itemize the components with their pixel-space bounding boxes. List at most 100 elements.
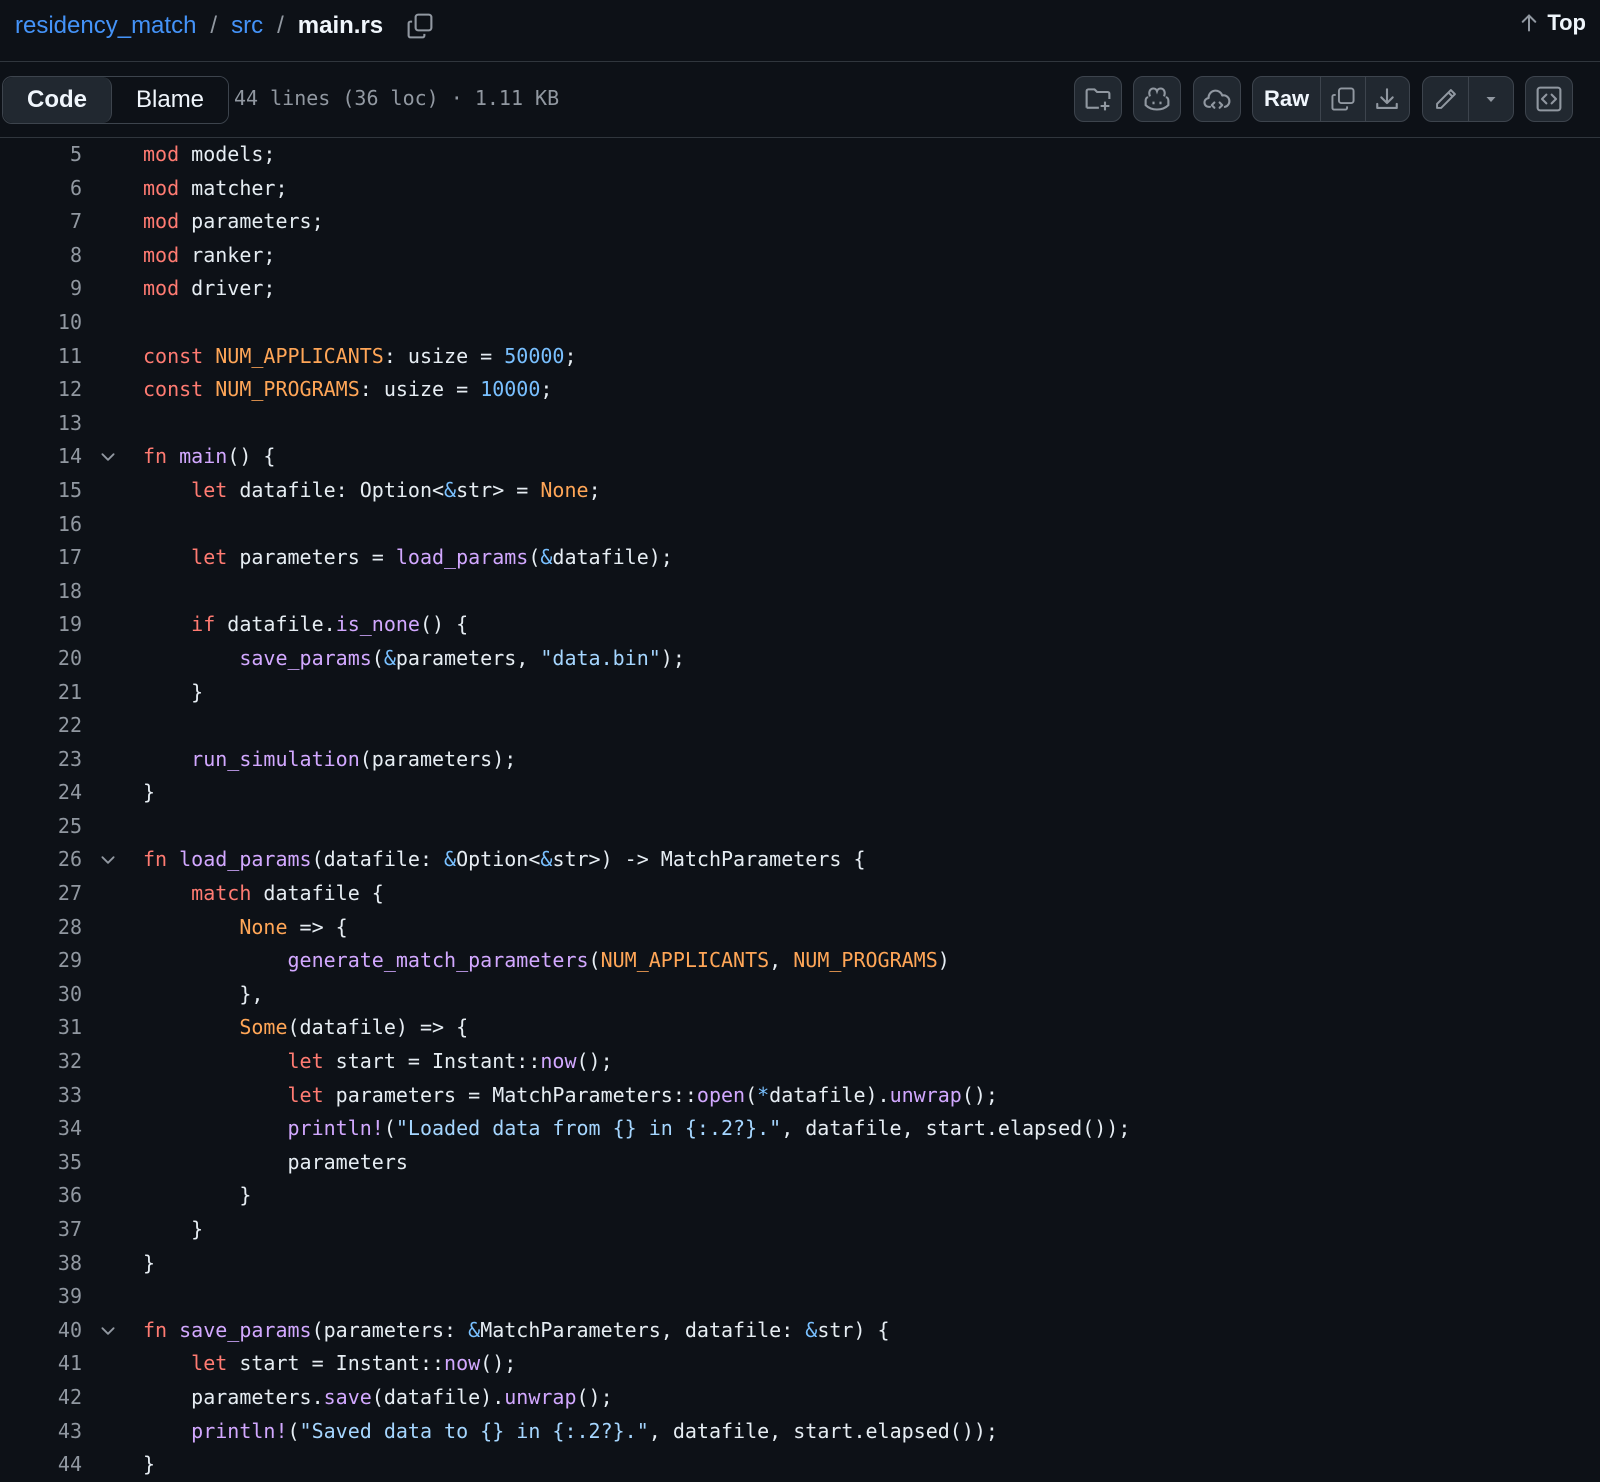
line-number[interactable]: 22 [0,709,82,743]
line-number[interactable]: 30 [0,978,82,1012]
copy-raw-button[interactable] [1320,77,1364,121]
code-token: () { [419,612,469,637]
line-number[interactable]: 13 [0,407,82,441]
code-token: datafile { [251,881,384,906]
code-token: & [383,645,396,670]
line-number[interactable]: 32 [0,1045,82,1079]
line-number[interactable]: 25 [0,810,82,844]
codespace-icon [1203,89,1231,109]
code-line-content: } [143,676,203,710]
code-token: is_none [335,612,420,637]
line-number[interactable]: 28 [0,911,82,945]
line-number[interactable]: 37 [0,1213,82,1247]
line-number[interactable]: 41 [0,1347,82,1381]
symbols-panel-icon [1536,86,1562,112]
line-number[interactable]: 9 [0,272,82,306]
download-button[interactable] [1364,77,1409,121]
code-line: 34 println!("Loaded data from {} in {:.2… [0,1112,1600,1146]
line-number[interactable]: 12 [0,373,82,407]
folder-plus-icon [1085,88,1111,111]
line-number[interactable]: 16 [0,508,82,542]
line-number[interactable]: 36 [0,1179,82,1213]
line-number[interactable]: 29 [0,944,82,978]
code-token: save_params [179,1317,312,1342]
codespaces-button[interactable] [1193,76,1241,122]
code-line: 9 mod driver; [0,272,1600,306]
line-number[interactable]: 10 [0,306,82,340]
file-header: Code Blame 44 lines (36 loc) · 1.11 KB R… [0,62,1600,138]
arrow-up-icon [1522,14,1537,32]
chevron-down-icon[interactable] [98,851,118,869]
copy-path-button[interactable] [405,11,435,41]
line-number[interactable]: 17 [0,541,82,575]
back-to-top-link[interactable]: Top [1519,10,1586,36]
line-number[interactable]: 43 [0,1415,82,1449]
line-number[interactable]: 23 [0,743,82,777]
code-line-content: } [143,1247,155,1281]
line-number[interactable]: 19 [0,608,82,642]
line-number[interactable]: 14 [0,440,82,474]
line-number[interactable]: 34 [0,1112,82,1146]
line-number[interactable]: 15 [0,474,82,508]
line-number[interactable]: 7 [0,205,82,239]
code-token: ranker; [179,242,276,267]
line-number[interactable]: 20 [0,642,82,676]
line-number[interactable]: 26 [0,843,82,877]
line-number[interactable]: 35 [0,1146,82,1180]
line-number[interactable]: 33 [0,1079,82,1113]
code-token: => { [287,914,348,939]
code-token: fn [143,444,168,469]
code-line: 21 } [0,676,1600,710]
line-number[interactable]: 42 [0,1381,82,1415]
chevron-down-icon[interactable] [98,1322,118,1340]
code-token: mod [143,209,180,234]
code-token: match [191,881,252,906]
code-token: NUM_APPLICANTS [600,948,770,973]
symbols-panel-button[interactable] [1525,76,1573,122]
code-token: , datafile, start.elapsed()); [781,1116,1131,1141]
breadcrumb-dir-link[interactable]: src [231,12,263,40]
line-number[interactable]: 27 [0,877,82,911]
edit-options-dropdown[interactable] [1468,77,1513,121]
code-token: const [143,377,204,402]
raw-button[interactable]: Raw [1253,77,1320,121]
code-line: 7 mod parameters; [0,205,1600,239]
chevron-down-icon[interactable] [98,448,118,466]
line-number[interactable]: 31 [0,1011,82,1045]
line-number[interactable]: 18 [0,575,82,609]
line-number[interactable]: 11 [0,340,82,374]
line-number[interactable]: 39 [0,1280,82,1314]
code-token: & [468,1317,481,1342]
line-number[interactable]: 5 [0,138,82,172]
edit-file-button[interactable] [1423,77,1468,121]
code-line: 5 mod models; [0,138,1600,172]
tab-code[interactable]: Code [3,77,112,123]
breadcrumb-repo-link[interactable]: residency_match [15,12,196,40]
line-number[interactable]: 24 [0,776,82,810]
breadcrumb-file-name: main.rs [297,12,384,39]
line-number[interactable]: 40 [0,1314,82,1348]
code-token: parameters [143,1149,408,1174]
code-token: println! [287,1116,384,1141]
line-number[interactable]: 6 [0,172,82,206]
code-token: Some [239,1015,288,1040]
line-number[interactable]: 21 [0,676,82,710]
copilot-icon [1144,87,1170,111]
code-view[interactable]: 5 mod models; 6 mod matcher; 7 mod parameters… [0,138,1600,1482]
line-number[interactable]: 38 [0,1247,82,1281]
code-line: 20 save_params(&parameters, "data.bin"); [0,642,1600,676]
copilot-button[interactable] [1133,76,1181,122]
line-number[interactable]: 8 [0,239,82,273]
code-line: 8 mod ranker; [0,239,1600,273]
add-file-button[interactable] [1074,76,1122,122]
code-token: datafile: Option< [227,477,445,502]
code-token: : usize = [359,377,481,402]
code-line-content: let datafile: Option<&str> = None; [143,474,600,508]
code-token: None [540,477,589,502]
code-token: let [191,1351,228,1376]
code-line-content: const NUM_PROGRAMS: usize = 10000; [143,373,552,407]
tab-blame[interactable]: Blame [112,77,229,123]
